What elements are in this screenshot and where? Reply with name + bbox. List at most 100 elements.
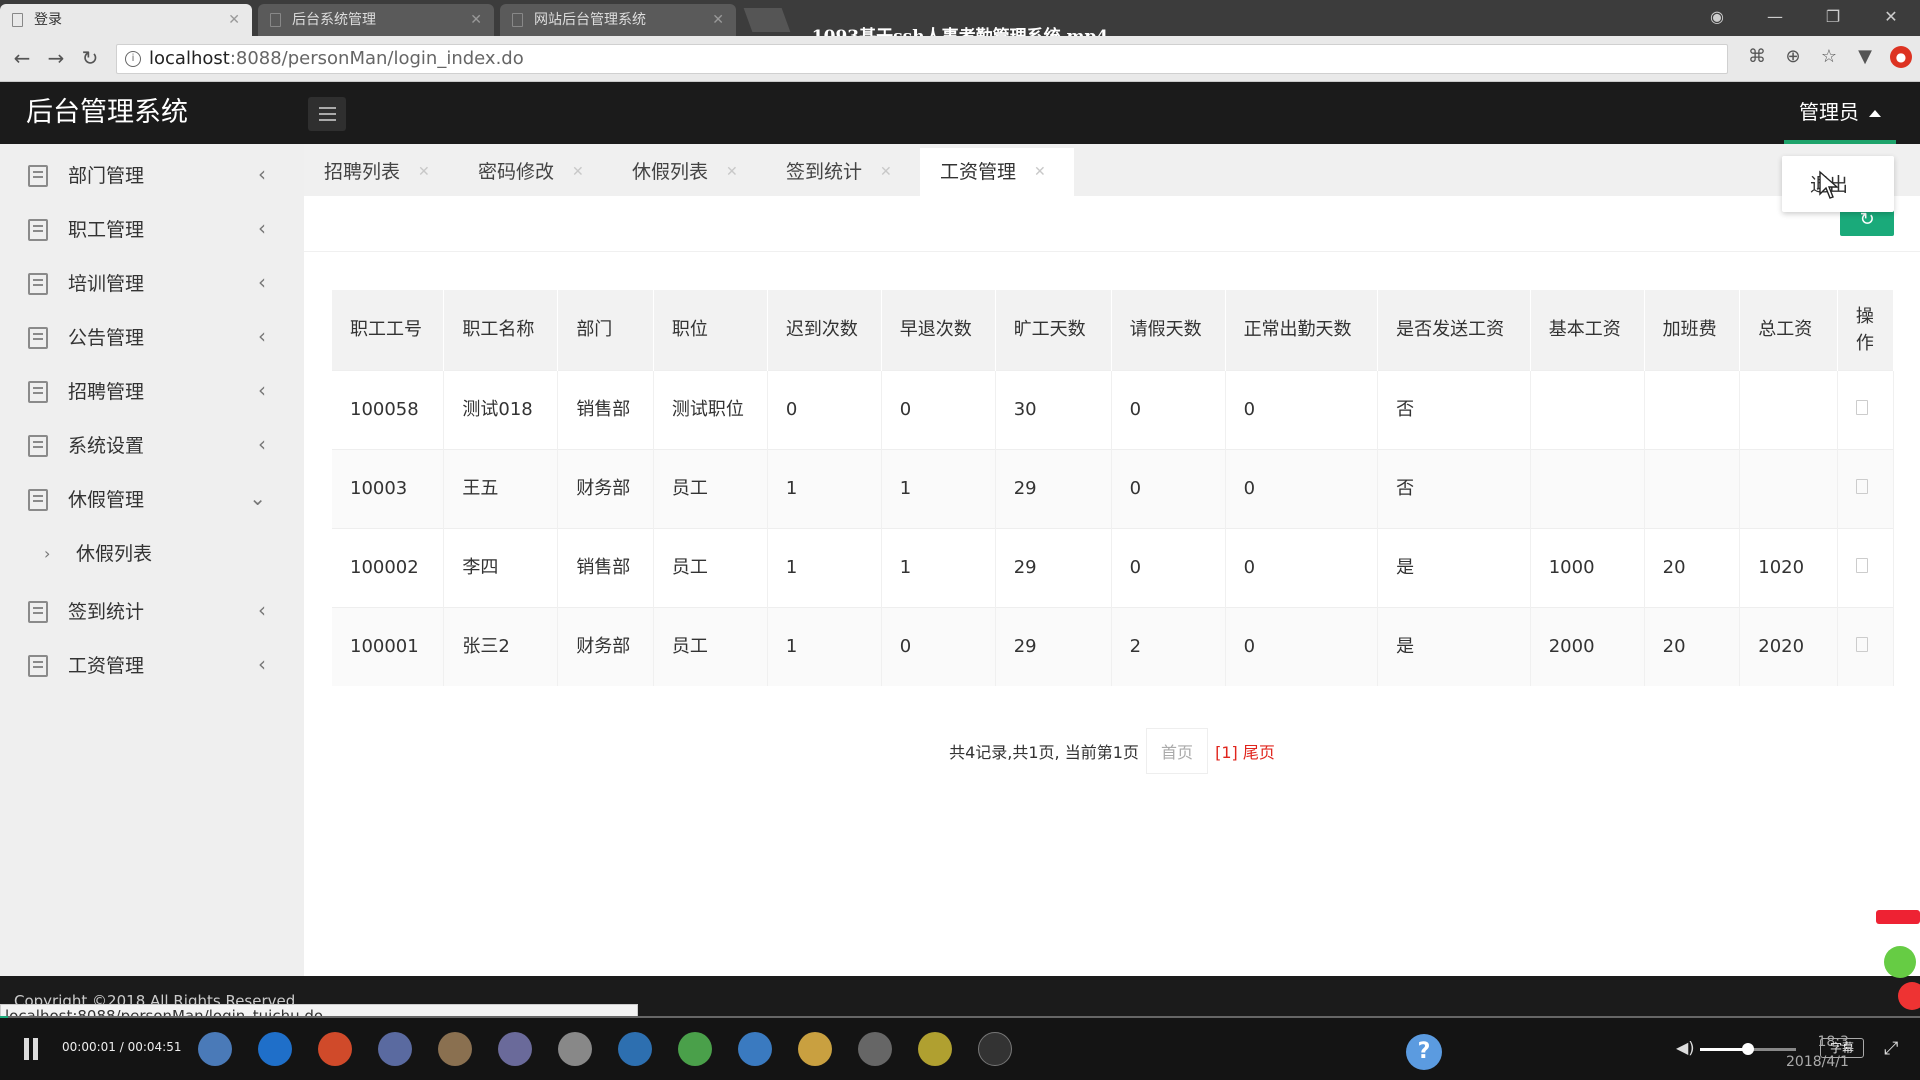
mail-icon[interactable] <box>558 1032 592 1066</box>
first-page-link[interactable]: 首页 <box>1146 728 1209 774</box>
column-header: 迟到次数 <box>767 290 882 370</box>
last-page-link[interactable]: 尾页 <box>1243 743 1275 762</box>
cell-base-salary: 2000 <box>1530 606 1645 686</box>
chevron-left-icon: ‹ <box>258 162 266 186</box>
cell-department: 销售部 <box>557 527 654 607</box>
close-icon[interactable]: ✕ <box>572 148 584 196</box>
close-window-icon[interactable]: ✕ <box>1862 0 1920 36</box>
zoom-icon[interactable]: ⊕ <box>1782 46 1804 68</box>
close-icon[interactable]: ✕ <box>880 148 892 196</box>
sidebar-item-training[interactable]: 培训管理 ‹ <box>0 257 304 311</box>
bookmark-star-icon[interactable]: ☆ <box>1818 46 1840 68</box>
cell-late-count: 1 <box>767 527 882 607</box>
tab-salary[interactable]: 工资管理 ✕ <box>920 148 1074 196</box>
sidebar-item-staff[interactable]: 职工管理 ‹ <box>0 203 304 257</box>
cell-total-salary <box>1739 369 1838 449</box>
adblock-icon[interactable]: ● <box>1890 46 1912 68</box>
sidebar-item-notice[interactable]: 公告管理 ‹ <box>0 311 304 365</box>
url-input[interactable]: i localhost:8088/personMan/login_index.d… <box>116 44 1728 74</box>
close-icon[interactable]: ✕ <box>726 148 738 196</box>
sidebar-item-leave[interactable]: 休假管理 ⌄ <box>0 473 304 527</box>
edit-icon[interactable] <box>1855 479 1868 494</box>
tab-recruit-list[interactable]: 招聘列表 ✕ <box>304 148 454 196</box>
app-icon[interactable] <box>918 1032 952 1066</box>
chrome-icon[interactable] <box>318 1032 352 1066</box>
taskbar: 00:00:01 / 00:04:51 ? ◀) 18:3 2018/4/1 字… <box>0 1018 1920 1080</box>
edit-icon[interactable] <box>1855 400 1868 415</box>
cell-overtime-pay: 20 <box>1644 606 1741 686</box>
column-header: 旷工天数 <box>995 290 1112 370</box>
tab-signin-stats[interactable]: 签到统计 ✕ <box>766 148 916 196</box>
info-icon[interactable]: i <box>125 51 141 67</box>
volume-slider[interactable] <box>1700 1043 1796 1055</box>
cell-early-leave-count: 0 <box>881 606 996 686</box>
video-time: 00:00:01 / 00:04:51 <box>62 1040 182 1054</box>
help-icon[interactable]: ? <box>1406 1034 1442 1070</box>
cell-staff-id: 10003 <box>332 448 445 528</box>
address-bar: ← → ↻ i localhost:8088/personMan/login_i… <box>0 36 1920 82</box>
fullscreen-icon[interactable]: ⤢ <box>1884 1038 1898 1059</box>
app-icon[interactable] <box>738 1032 772 1066</box>
user-menu[interactable]: 管理员 <box>1784 82 1896 144</box>
eclipse-icon[interactable] <box>378 1032 412 1066</box>
close-icon[interactable]: ✕ <box>418 148 430 196</box>
window-controls: ◉ — ❐ ✕ <box>1688 0 1920 36</box>
reload-icon[interactable]: ↻ <box>78 46 102 70</box>
edit-icon[interactable] <box>1855 637 1868 653</box>
app-icon[interactable] <box>678 1032 712 1066</box>
folder-icon[interactable] <box>798 1032 832 1066</box>
sidebar-item-settings[interactable]: 系统设置 ‹ <box>0 419 304 473</box>
ie-icon[interactable] <box>258 1032 292 1066</box>
forward-icon[interactable]: → <box>44 46 68 70</box>
current-page-link[interactable]: [1] <box>1215 743 1238 762</box>
sidebar-item-label: 签到统计 <box>68 601 145 623</box>
edit-icon[interactable] <box>1855 558 1868 573</box>
table-row: 100001 张三2 财务部 员工 1 0 29 2 0 是 2000 20 2… <box>332 606 1895 686</box>
app-icon[interactable] <box>198 1032 232 1066</box>
tab-label: 休假列表 <box>632 161 709 183</box>
extension-icon[interactable]: ▼ <box>1854 46 1876 68</box>
restore-icon[interactable]: ❐ <box>1804 0 1862 36</box>
mouse-cursor-icon <box>1819 170 1839 199</box>
subtitle-button[interactable]: 字幕 <box>1820 1038 1864 1058</box>
cell-early-leave-count: 0 <box>881 369 996 449</box>
sidebar-item-label: 职工管理 <box>68 219 145 241</box>
column-header: 早退次数 <box>881 290 996 370</box>
sidebar-item-recruit[interactable]: 招聘管理 ‹ <box>0 365 304 419</box>
chevron-left-icon: ‹ <box>258 216 266 240</box>
cell-total-salary <box>1739 448 1838 528</box>
close-icon[interactable]: ✕ <box>1034 148 1046 196</box>
sidebar-item-department[interactable]: 部门管理 ‹ <box>0 149 304 203</box>
app-icon[interactable] <box>498 1032 532 1066</box>
form-icon <box>28 601 48 623</box>
column-header: 职工工号 <box>332 290 445 370</box>
tab-password[interactable]: 密码修改 ✕ <box>458 148 608 196</box>
minimize-icon[interactable]: — <box>1746 0 1804 36</box>
tab-leave-list[interactable]: 休假列表 ✕ <box>612 148 762 196</box>
profile-icon[interactable]: ◉ <box>1688 0 1746 36</box>
cell-staff-name: 李四 <box>443 527 559 607</box>
cell-actions <box>1837 448 1895 528</box>
chevron-left-icon: ‹ <box>258 598 266 622</box>
cell-position: 员工 <box>653 527 768 607</box>
cell-salary-sent: 否 <box>1377 448 1531 528</box>
sidebar-item-salary[interactable]: 工资管理 ‹ <box>0 639 304 693</box>
form-icon <box>28 219 48 241</box>
translate-icon[interactable]: ⌘ <box>1746 46 1768 68</box>
sidebar-subitem-leave-list[interactable]: › 休假列表 <box>0 527 304 581</box>
cell-staff-id: 100058 <box>332 369 445 449</box>
sidebar-item-signin[interactable]: 签到统计 ‹ <box>0 585 304 639</box>
chevron-left-icon: ‹ <box>258 652 266 676</box>
cell-salary-sent: 否 <box>1377 369 1531 449</box>
app-icon[interactable] <box>858 1032 892 1066</box>
app-icon[interactable] <box>618 1032 652 1066</box>
pause-icon[interactable] <box>20 1038 42 1060</box>
app-icon[interactable] <box>438 1032 472 1066</box>
back-icon[interactable]: ← <box>10 46 34 70</box>
column-header: 操作 <box>1837 290 1895 370</box>
column-header: 加班费 <box>1644 290 1741 370</box>
terminal-icon[interactable] <box>978 1032 1012 1066</box>
volume-icon[interactable]: ◀) <box>1676 1038 1695 1057</box>
menu-toggle-icon[interactable] <box>308 97 346 131</box>
cell-overtime-pay <box>1644 448 1741 528</box>
